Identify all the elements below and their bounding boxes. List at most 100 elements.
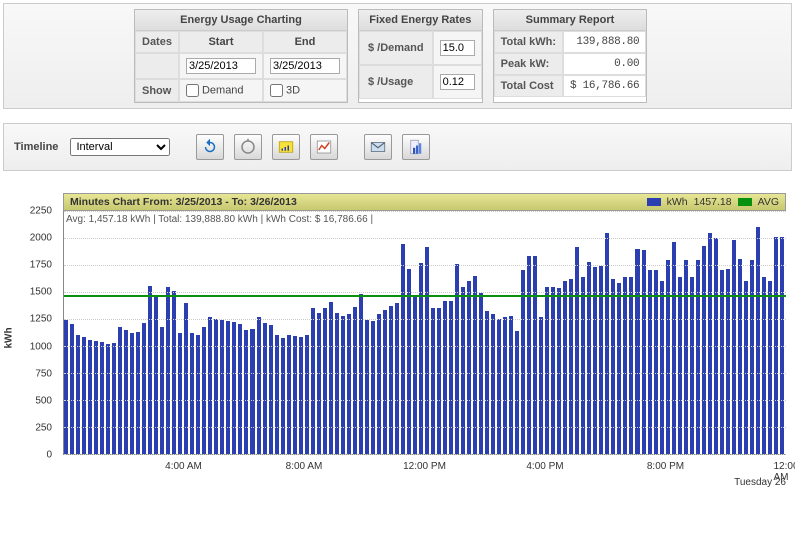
bar	[124, 330, 128, 454]
chart-info-line: Avg: 1,457.18 kWh | Total: 139,888.80 kW…	[66, 214, 373, 225]
toolbar-panel: Timeline Interval	[3, 123, 792, 171]
timeline-select[interactable]: Interval	[70, 138, 170, 156]
bar	[347, 314, 351, 454]
bar	[244, 330, 248, 454]
bar	[756, 227, 760, 454]
legend-kwh-label: kWh	[667, 196, 688, 208]
bar	[389, 306, 393, 454]
bar	[395, 303, 399, 454]
chart-area: Minutes Chart From: 3/25/2013 - To: 3/26…	[3, 185, 792, 490]
fixed-energy-rates-box: Fixed Energy Rates $ /Demand $ /Usage	[358, 9, 483, 103]
bar	[220, 320, 224, 454]
energy-usage-charting-box: Energy Usage Charting Dates Start End Sh…	[134, 9, 348, 103]
email-button[interactable]	[364, 134, 392, 160]
end-date-input[interactable]	[270, 58, 340, 74]
bar	[672, 242, 676, 454]
bar	[413, 297, 417, 454]
bar	[371, 321, 375, 454]
end-header: End	[263, 31, 347, 53]
rate-demand-label: $ /Demand	[359, 31, 433, 65]
bar	[178, 333, 182, 454]
bar	[64, 320, 68, 454]
bar	[491, 314, 495, 454]
bar	[587, 262, 591, 454]
bar	[269, 325, 273, 454]
legend-kwh-swatch	[647, 198, 661, 206]
chart-title: Minutes Chart From: 3/25/2013 - To: 3/26…	[70, 196, 297, 208]
bar	[335, 313, 339, 454]
demand-checkbox[interactable]	[186, 84, 199, 97]
export-button[interactable]	[402, 134, 430, 160]
bar	[353, 307, 357, 454]
chart-plot[interactable]	[63, 211, 786, 455]
bar	[238, 324, 242, 454]
bar	[100, 342, 104, 454]
bar	[293, 336, 297, 454]
bar	[744, 281, 748, 454]
bar	[660, 281, 664, 454]
bar	[545, 287, 549, 454]
bar	[226, 321, 230, 454]
total-kwh-value: 139,888.80	[563, 31, 646, 53]
bar	[425, 247, 429, 454]
bar	[148, 286, 152, 454]
bar	[323, 308, 327, 454]
highlight-button[interactable]	[272, 134, 300, 160]
total-kwh-label: Total kWh:	[494, 31, 563, 53]
bar	[311, 308, 315, 454]
summary-title: Summary Report	[494, 10, 647, 31]
reset-button[interactable]	[234, 134, 262, 160]
timeline-label: Timeline	[14, 141, 58, 153]
3d-checkbox[interactable]	[270, 84, 283, 97]
bar	[377, 314, 381, 454]
bar	[250, 329, 254, 454]
bar	[527, 256, 531, 454]
bar	[281, 338, 285, 454]
bar	[642, 250, 646, 454]
bar	[257, 317, 261, 454]
bar	[184, 303, 188, 454]
bar	[563, 281, 567, 454]
bar	[509, 316, 513, 454]
peak-kw-label: Peak kW:	[494, 53, 563, 75]
bar	[503, 317, 507, 454]
bar	[684, 260, 688, 454]
chart-canvas: kWh 0250500750100012501500175020002250 4…	[3, 185, 792, 490]
peak-kw-value: 0.00	[563, 53, 646, 75]
bar	[106, 344, 110, 454]
rate-usage-input[interactable]	[440, 74, 475, 90]
bar	[299, 337, 303, 454]
start-header: Start	[179, 31, 263, 53]
bar	[208, 317, 212, 454]
bar	[196, 335, 200, 454]
summary-report-box: Summary Report Total kWh: 139,888.80 Pea…	[493, 9, 648, 103]
bar	[365, 320, 369, 454]
show-label: Show	[135, 79, 179, 102]
rate-demand-input[interactable]	[440, 40, 475, 56]
chart-title-bar: Minutes Chart From: 3/25/2013 - To: 3/26…	[63, 193, 786, 211]
x-axis-day-label: Tuesday 26	[734, 477, 786, 488]
dates-label: Dates	[135, 31, 179, 53]
bar	[702, 246, 706, 454]
config-panel: Energy Usage Charting Dates Start End Sh…	[3, 3, 792, 109]
bar	[533, 256, 537, 454]
bar	[738, 259, 742, 454]
bar	[635, 249, 639, 454]
charting-title: Energy Usage Charting	[135, 10, 347, 31]
bar	[112, 343, 116, 454]
bar	[88, 340, 92, 454]
bar	[551, 287, 555, 454]
bar	[768, 281, 772, 454]
bar	[449, 301, 453, 454]
start-date-input[interactable]	[186, 58, 256, 74]
bar	[401, 244, 405, 454]
legend-avg-value: 1457.18	[694, 196, 732, 208]
bar	[539, 317, 543, 454]
chart-type-button[interactable]	[310, 134, 338, 160]
bar	[750, 260, 754, 454]
bar	[263, 323, 267, 454]
bar	[437, 308, 441, 454]
bar	[287, 335, 291, 454]
refresh-button[interactable]	[196, 134, 224, 160]
legend-avg-label: AVG	[758, 196, 779, 208]
